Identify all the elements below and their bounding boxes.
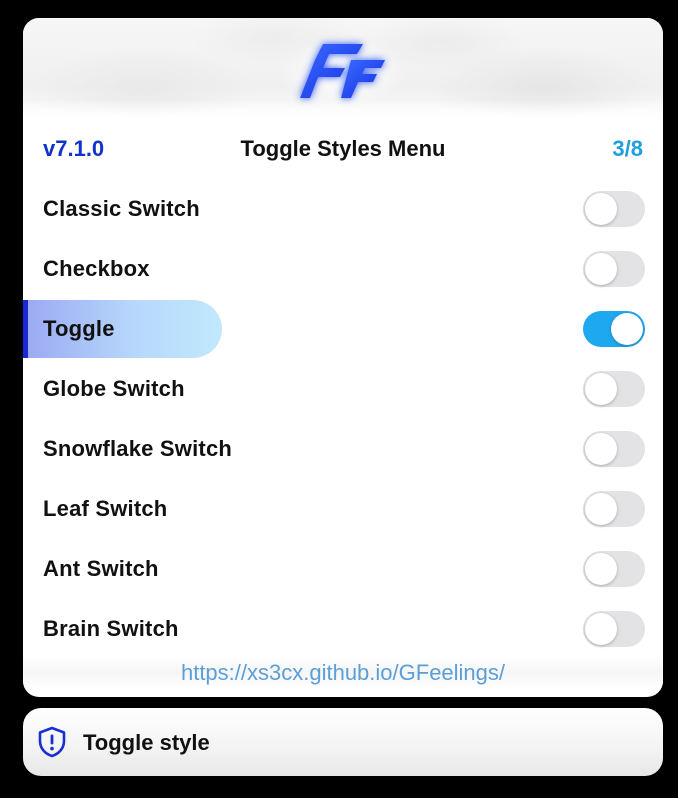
shield-alert-icon bbox=[38, 726, 66, 758]
switch-knob bbox=[585, 433, 617, 465]
switch-knob bbox=[585, 193, 617, 225]
footer-link[interactable]: https://xs3cx.github.io/GFeelings/ bbox=[23, 656, 663, 690]
menu-panel: v7.1.0 Toggle Styles Menu 3/8 Classic Sw… bbox=[23, 18, 663, 697]
brain-switch-toggle[interactable] bbox=[583, 611, 645, 647]
switch-knob bbox=[585, 613, 617, 645]
list-item-leaf-switch[interactable]: Leaf Switch bbox=[23, 479, 663, 539]
switch-knob bbox=[585, 253, 617, 285]
classic-switch-toggle[interactable] bbox=[583, 191, 645, 227]
menu-header: v7.1.0 Toggle Styles Menu 3/8 bbox=[23, 128, 663, 170]
toggle-style-list: Classic Switch Checkbox Toggle Globe Swi… bbox=[23, 179, 663, 659]
menu-banner bbox=[23, 18, 663, 118]
toast-notification: Toggle style bbox=[23, 708, 663, 776]
globe-switch-toggle[interactable] bbox=[583, 371, 645, 407]
list-item-label: Snowflake Switch bbox=[43, 436, 233, 461]
switch-knob bbox=[585, 493, 617, 525]
leaf-switch-toggle[interactable] bbox=[583, 491, 645, 527]
page-counter: 3/8 bbox=[612, 136, 643, 161]
menu-title: Toggle Styles Menu bbox=[240, 136, 446, 161]
list-item-globe-switch[interactable]: Globe Switch bbox=[23, 359, 663, 419]
list-item-snowflake-switch[interactable]: Snowflake Switch bbox=[23, 419, 663, 479]
switch-knob bbox=[585, 373, 617, 405]
list-item-label: Classic Switch bbox=[43, 196, 200, 221]
list-item-label: Toggle bbox=[43, 316, 115, 341]
list-item-checkbox[interactable]: Checkbox bbox=[23, 239, 663, 299]
list-item-toggle[interactable]: Toggle bbox=[23, 299, 663, 359]
list-item-label: Leaf Switch bbox=[43, 496, 168, 521]
list-item-label: Globe Switch bbox=[43, 376, 185, 401]
snowflake-switch-toggle[interactable] bbox=[583, 431, 645, 467]
switch-knob bbox=[585, 553, 617, 585]
list-item-label: Checkbox bbox=[43, 256, 150, 281]
toggle-toggle[interactable] bbox=[583, 311, 645, 347]
ant-switch-toggle[interactable] bbox=[583, 551, 645, 587]
list-item-brain-switch[interactable]: Brain Switch bbox=[23, 599, 663, 659]
list-item-classic-switch[interactable]: Classic Switch bbox=[23, 179, 663, 239]
switch-knob bbox=[611, 313, 643, 345]
checkbox-toggle[interactable] bbox=[583, 251, 645, 287]
toast-message: Toggle style bbox=[83, 730, 210, 755]
list-item-label: Brain Switch bbox=[43, 616, 179, 641]
gf-logo-icon bbox=[300, 44, 385, 98]
list-item-label: Ant Switch bbox=[43, 556, 159, 581]
list-item-ant-switch[interactable]: Ant Switch bbox=[23, 539, 663, 599]
